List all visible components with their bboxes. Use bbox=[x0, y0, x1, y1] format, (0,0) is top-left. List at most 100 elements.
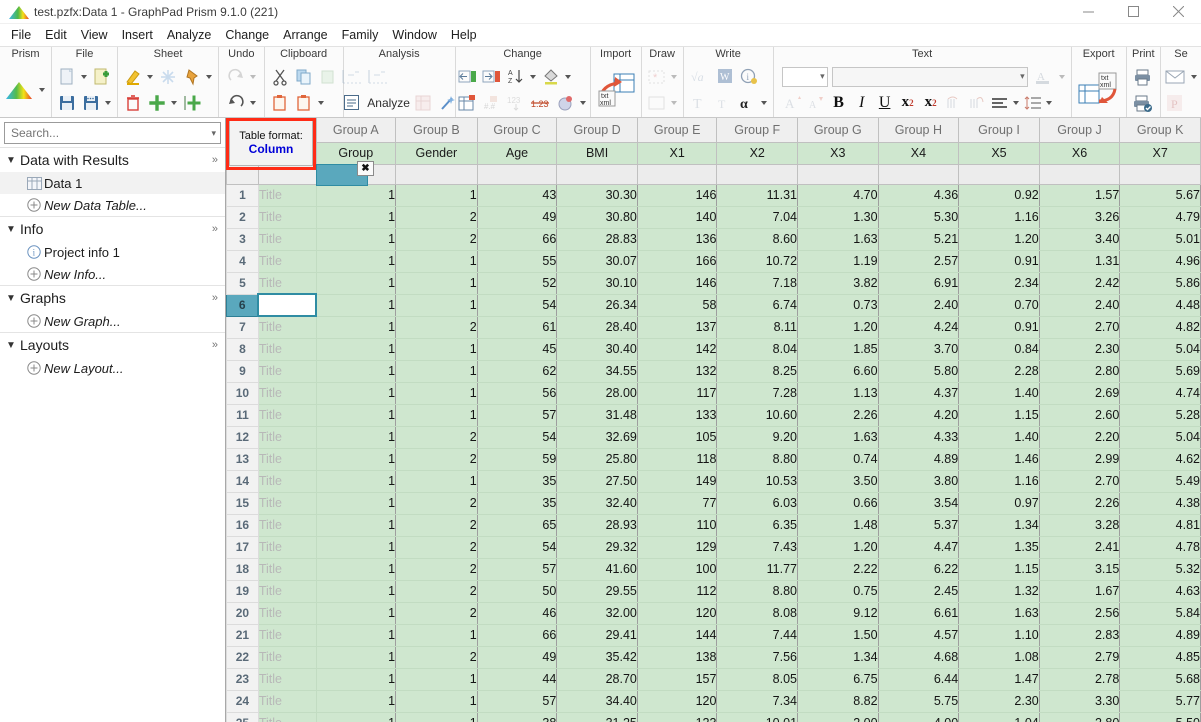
duplicate-sheet-icon[interactable] bbox=[181, 91, 203, 115]
open-file-icon[interactable] bbox=[91, 65, 113, 89]
data-cell[interactable]: 5.21 bbox=[878, 228, 959, 250]
data-cell[interactable]: 5.04 bbox=[1120, 338, 1201, 360]
data-cell[interactable]: 4.48 bbox=[1120, 294, 1201, 316]
column-group-header[interactable]: Group K bbox=[1120, 118, 1201, 142]
powerpoint-icon[interactable]: P bbox=[1164, 91, 1186, 115]
data-cell[interactable]: 7.43 bbox=[717, 536, 798, 558]
data-cell[interactable]: 55 bbox=[477, 250, 557, 272]
data-cell[interactable]: 1 bbox=[396, 360, 478, 382]
data-cell[interactable]: 1 bbox=[316, 338, 396, 360]
data-cell[interactable]: 29.41 bbox=[557, 624, 638, 646]
data-cell[interactable]: 5.69 bbox=[1120, 360, 1201, 382]
column-group-header[interactable]: Group J bbox=[1039, 118, 1120, 142]
row-number-cell[interactable]: 2 bbox=[227, 206, 259, 228]
data-cell[interactable]: 2.22 bbox=[798, 558, 879, 580]
increase-decimal-icon[interactable]: 1.23 bbox=[529, 91, 553, 115]
table-row[interactable]: 20Title124632.001208.089.126.611.632.565… bbox=[227, 602, 1201, 624]
paste-dropdown-icon[interactable] bbox=[318, 101, 324, 105]
extrapolate-icon[interactable] bbox=[366, 65, 390, 89]
data-cell[interactable]: 1.08 bbox=[959, 646, 1040, 668]
data-cell[interactable]: 1 bbox=[316, 712, 396, 722]
data-cell[interactable]: 120 bbox=[637, 602, 717, 624]
data-cell[interactable]: 4.36 bbox=[878, 184, 959, 206]
column-group-header[interactable]: Group E bbox=[637, 118, 717, 142]
menu-help[interactable]: Help bbox=[444, 26, 484, 44]
data-cell[interactable]: 7.56 bbox=[717, 646, 798, 668]
data-cell[interactable]: 1.50 bbox=[798, 624, 879, 646]
data-cell[interactable]: 9.20 bbox=[717, 426, 798, 448]
nav-section-header-graphs[interactable]: ▼ Graphs » bbox=[0, 286, 225, 310]
data-cell[interactable]: 1 bbox=[316, 470, 396, 492]
data-cell[interactable]: 1 bbox=[316, 206, 396, 228]
number-format-icon[interactable]: 123 bbox=[505, 91, 527, 115]
row-title-cell[interactable]: Title bbox=[258, 536, 316, 558]
align-dropdown-icon[interactable] bbox=[1013, 101, 1019, 105]
table-row[interactable]: 22Title124935.421387.561.344.681.082.794… bbox=[227, 646, 1201, 668]
column-title-cell[interactable]: X6 bbox=[1039, 142, 1120, 164]
data-cell[interactable]: 8.05 bbox=[717, 668, 798, 690]
sidebar-item-new-graph[interactable]: New Graph... bbox=[0, 310, 225, 332]
menu-window[interactable]: Window bbox=[385, 26, 443, 44]
data-cell[interactable]: 1.10 bbox=[959, 624, 1040, 646]
expand-icon[interactable]: » bbox=[212, 154, 225, 166]
draw-shape-dropdown-icon[interactable] bbox=[671, 75, 677, 79]
row-title-cell[interactable]: Title bbox=[258, 272, 316, 294]
data-cell[interactable]: 100 bbox=[637, 558, 717, 580]
row-title-cell[interactable]: Title bbox=[258, 492, 316, 514]
data-cell[interactable]: 132 bbox=[637, 360, 717, 382]
row-number-cell[interactable]: 4 bbox=[227, 250, 259, 272]
data-cell[interactable]: 144 bbox=[637, 624, 717, 646]
menu-change[interactable]: Change bbox=[218, 26, 276, 44]
table-row[interactable]: 21Title116629.411447.441.504.571.102.834… bbox=[227, 624, 1201, 646]
data-cell[interactable]: 66 bbox=[477, 624, 557, 646]
data-cell[interactable]: 4.00 bbox=[878, 712, 959, 722]
data-cell[interactable]: 28.93 bbox=[557, 514, 638, 536]
data-cell[interactable]: 129 bbox=[637, 536, 717, 558]
table-row[interactable]: 11Title115731.4813310.602.264.201.152.60… bbox=[227, 404, 1201, 426]
column-title-cell[interactable]: X2 bbox=[717, 142, 798, 164]
menu-file[interactable]: File bbox=[4, 26, 38, 44]
data-cell[interactable]: 1 bbox=[396, 668, 478, 690]
data-cell[interactable]: 54 bbox=[477, 426, 557, 448]
data-cell[interactable]: 118 bbox=[637, 448, 717, 470]
data-cell[interactable]: 133 bbox=[637, 404, 717, 426]
data-cell[interactable]: 5.77 bbox=[1120, 690, 1201, 712]
highlight-dropdown-icon[interactable] bbox=[147, 75, 153, 79]
data-cell[interactable]: 30.30 bbox=[557, 184, 638, 206]
analyze-icon[interactable] bbox=[340, 91, 362, 115]
data-cell[interactable]: 1 bbox=[396, 382, 478, 404]
row-title-cell[interactable]: Title bbox=[258, 404, 316, 426]
table-row[interactable]: 12Title125432.691059.201.634.331.402.205… bbox=[227, 426, 1201, 448]
data-cell[interactable]: 30.10 bbox=[557, 272, 638, 294]
draw-rect-dropdown-icon[interactable] bbox=[671, 101, 677, 105]
data-cell[interactable]: 10.53 bbox=[717, 470, 798, 492]
data-cell[interactable]: 1.30 bbox=[798, 206, 879, 228]
data-cell[interactable]: 1 bbox=[396, 250, 478, 272]
new-sheet-icon[interactable] bbox=[146, 91, 168, 115]
sort-dropdown-icon[interactable] bbox=[530, 75, 536, 79]
column-title-cell[interactable]: X1 bbox=[637, 142, 717, 164]
data-cell[interactable]: 3.26 bbox=[1039, 206, 1120, 228]
data-cell[interactable]: 1 bbox=[316, 624, 396, 646]
data-cell[interactable]: 5.80 bbox=[878, 360, 959, 382]
data-cell[interactable]: 0.84 bbox=[959, 338, 1040, 360]
table-row[interactable]: 18Title125741.6010011.772.226.221.153.15… bbox=[227, 558, 1201, 580]
data-cell[interactable]: 2.70 bbox=[1039, 470, 1120, 492]
data-cell[interactable]: 1.63 bbox=[798, 426, 879, 448]
data-cell[interactable]: 149 bbox=[637, 470, 717, 492]
data-cell[interactable]: 146 bbox=[637, 272, 717, 294]
data-cell[interactable]: 117 bbox=[637, 382, 717, 404]
data-cell[interactable]: 8.04 bbox=[717, 338, 798, 360]
data-cell[interactable]: 29.55 bbox=[557, 580, 638, 602]
minimize-button[interactable] bbox=[1066, 0, 1111, 24]
move-right-icon[interactable] bbox=[481, 65, 503, 89]
data-cell[interactable]: 1.40 bbox=[959, 426, 1040, 448]
data-cell[interactable]: 59 bbox=[477, 448, 557, 470]
data-cell[interactable]: 6.61 bbox=[878, 602, 959, 624]
new-file-dropdown-icon[interactable] bbox=[81, 75, 87, 79]
nav-section-header-data[interactable]: ▼ Data with Results » bbox=[0, 148, 225, 172]
table-row[interactable]: 19Title125029.551128.800.752.451.321.674… bbox=[227, 580, 1201, 602]
row-number-cell[interactable]: 8 bbox=[227, 338, 259, 360]
row-title-cell[interactable]: Title bbox=[258, 338, 316, 360]
maximize-button[interactable] bbox=[1111, 0, 1156, 24]
